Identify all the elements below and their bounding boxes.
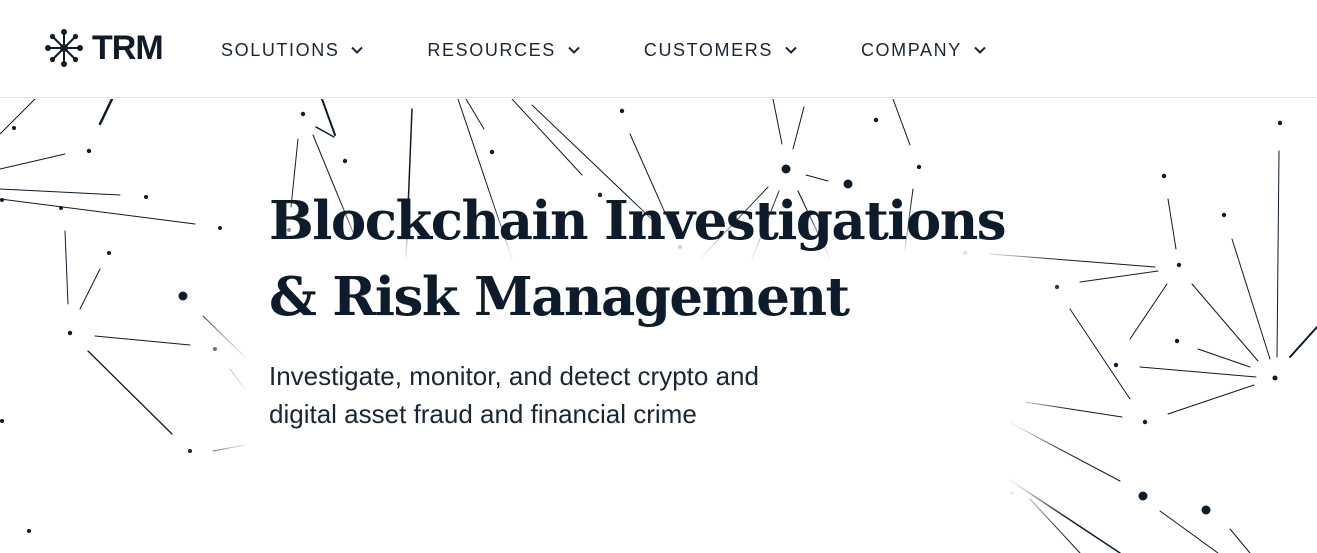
- nav-customers-label: CUSTOMERS: [643, 39, 773, 60]
- hero-subtitle-line-2: digital asset fraud and financial crime: [269, 399, 697, 429]
- site-header: TRM SOLUTIONS RESOURCES CUSTOMERS COMPAN…: [0, 0, 1317, 98]
- hero-subtitle-line-1: Investigate, monitor, and detect crypto …: [269, 361, 759, 391]
- brand-name: TRM: [92, 29, 164, 67]
- nav-solutions-label: SOLUTIONS: [221, 39, 340, 60]
- trm-logo[interactable]: TRM: [44, 28, 164, 68]
- nav-company[interactable]: COMPANY: [861, 38, 986, 62]
- chevron-down-icon: [785, 46, 797, 54]
- hero-title: Blockchain Investigations & Risk Managem…: [269, 183, 1029, 335]
- nav-resources-label: RESOURCES: [427, 39, 556, 60]
- nav-solutions[interactable]: SOLUTIONS: [221, 38, 364, 62]
- hero-title-line-1: Blockchain Investigations: [269, 190, 1007, 252]
- chevron-down-icon: [974, 46, 986, 54]
- nav-resources[interactable]: RESOURCES: [427, 38, 580, 62]
- nav-customers[interactable]: CUSTOMERS: [644, 38, 797, 62]
- network-star-icon: [45, 29, 83, 67]
- chevron-down-icon: [568, 46, 580, 54]
- hero-subtitle: Investigate, monitor, and detect crypto …: [269, 357, 889, 433]
- nav-company-label: COMPANY: [860, 39, 962, 60]
- chevron-down-icon: [351, 46, 364, 54]
- main-nav: SOLUTIONS RESOURCES CUSTOMERS COMPANY: [221, 38, 986, 62]
- hero-title-line-2: & Risk Management: [269, 266, 850, 328]
